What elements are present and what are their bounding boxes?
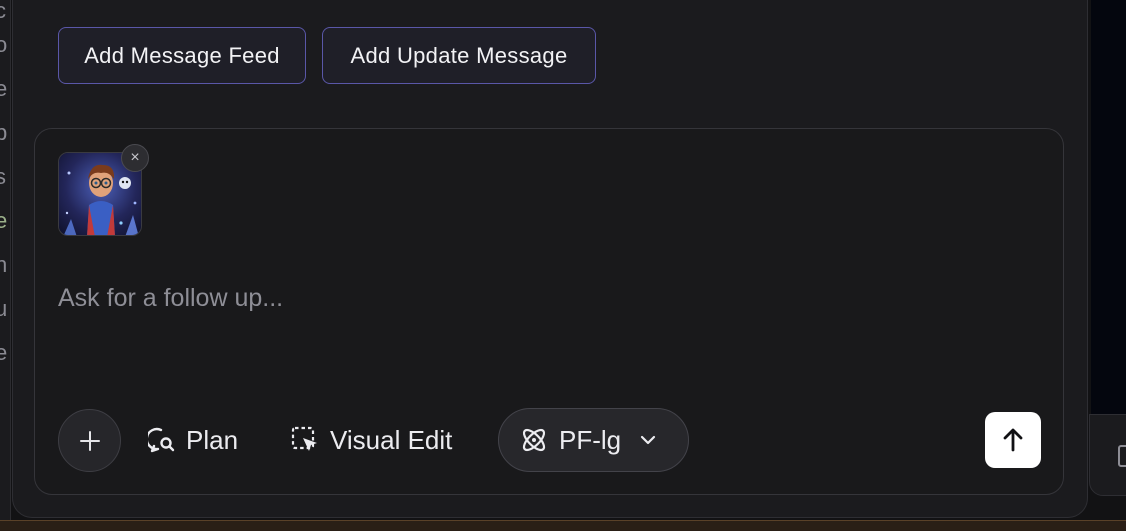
code-fragment: u <box>0 298 7 320</box>
model-selector[interactable]: PF-lg <box>498 408 689 472</box>
visual-edit-label: Visual Edit <box>330 424 453 455</box>
close-icon: × <box>130 149 140 166</box>
add-update-message-button[interactable]: Add Update Message <box>322 27 596 84</box>
code-fragment: c <box>0 0 6 22</box>
preview-area <box>1091 0 1126 414</box>
atom-icon <box>522 428 546 452</box>
chat-search-icon <box>148 427 175 453</box>
code-fragment: o <box>0 34 7 56</box>
code-fragment: e <box>0 210 7 232</box>
code-fragment: b <box>0 122 7 144</box>
arrow-up-icon <box>1003 428 1023 452</box>
background-code-panel: c o e b s e n u e <box>0 0 11 530</box>
side-toolbar <box>1089 414 1126 496</box>
chevron-down-icon <box>641 435 656 445</box>
plus-icon <box>79 430 100 451</box>
attach-button[interactable] <box>58 409 121 472</box>
code-fragment: s <box>0 166 6 188</box>
plan-button[interactable]: Plan <box>148 419 238 461</box>
visual-edit-button[interactable]: Visual Edit <box>290 419 452 461</box>
model-label: PF-lg <box>559 424 622 455</box>
window-bottom-edge <box>0 520 1126 531</box>
code-fragment: e <box>0 342 7 364</box>
remove-attachment-button[interactable]: × <box>121 144 149 172</box>
code-fragment: e <box>0 78 7 100</box>
add-message-feed-button[interactable]: Add Message Feed <box>58 27 306 84</box>
follow-up-input[interactable] <box>58 276 1018 320</box>
send-button[interactable] <box>985 412 1041 468</box>
document-icon[interactable] <box>1118 445 1126 467</box>
dashed-select-cursor-icon <box>291 426 317 451</box>
plan-label: Plan <box>186 424 239 455</box>
code-fragment: n <box>0 254 7 276</box>
